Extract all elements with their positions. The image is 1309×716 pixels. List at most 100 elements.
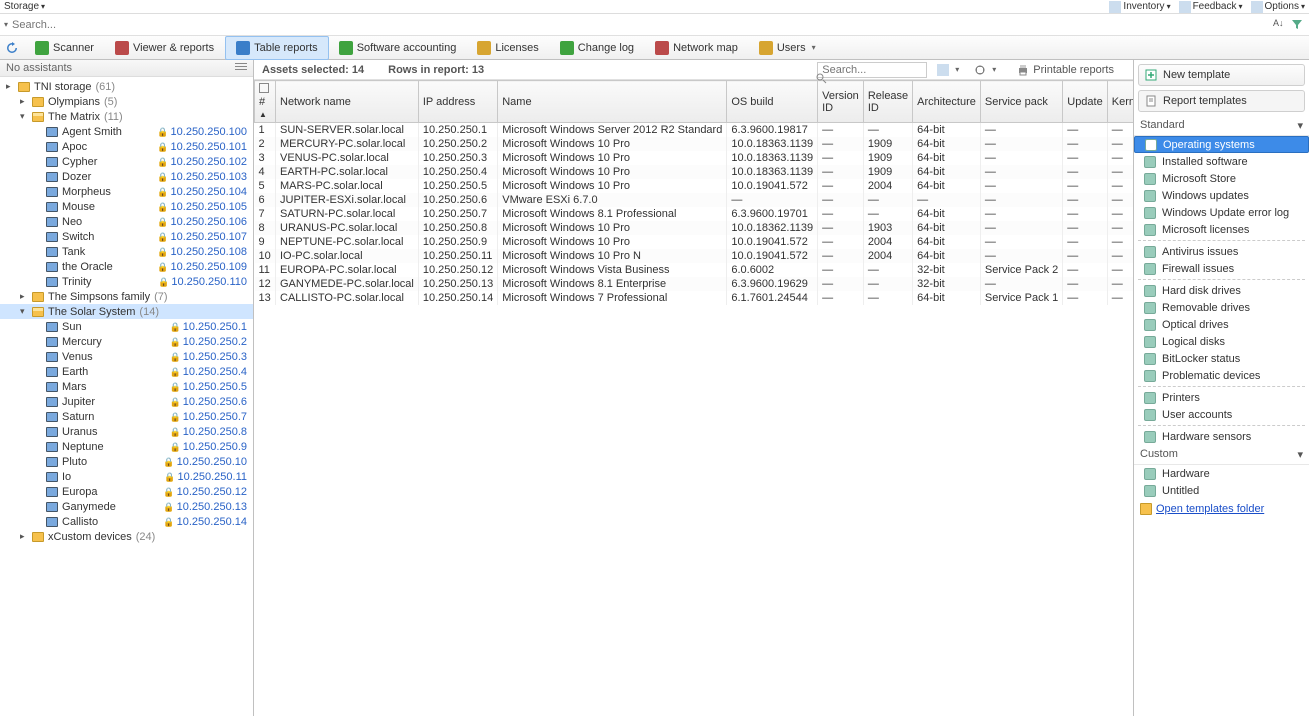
tree-asset[interactable]: Ganymede🔒10.250.250.13 (0, 499, 253, 514)
options-dropdown-1[interactable]: ▾ (933, 60, 964, 82)
sort-az-icon[interactable]: A↓ (1273, 18, 1287, 32)
printable-reports-button[interactable]: Printable reports (1007, 60, 1125, 82)
expand-icon[interactable]: ▾ (20, 111, 28, 122)
standard-template-item[interactable]: Hardware sensors (1134, 428, 1309, 445)
tree-asset[interactable]: Trinity🔒10.250.250.110 (0, 274, 253, 289)
tree-asset[interactable]: the Oracle🔒10.250.250.109 (0, 259, 253, 274)
tree-asset[interactable]: Venus🔒10.250.250.3 (0, 349, 253, 364)
open-templates-folder-link[interactable]: Open templates folder (1134, 499, 1309, 519)
menu-feedback[interactable]: Feedback ▾ (1179, 1, 1243, 13)
tree-asset[interactable]: Dozer🔒10.250.250.103 (0, 169, 253, 184)
table-row[interactable]: 1SUN-SERVER.solar.local10.250.250.1Micro… (255, 123, 1134, 138)
col-header[interactable]: Service pack (980, 81, 1062, 123)
custom-template-item[interactable]: Hardware (1134, 465, 1309, 482)
tree-folder[interactable]: ▸Olympians (5) (0, 94, 253, 109)
table-row[interactable]: 8URANUS-PC.solar.local10.250.250.8Micros… (255, 221, 1134, 235)
table-row[interactable]: 4EARTH-PC.solar.local10.250.250.4Microso… (255, 165, 1134, 179)
tree-asset[interactable]: Switch🔒10.250.250.107 (0, 229, 253, 244)
col-header[interactable]: Name (498, 81, 727, 123)
standard-template-item[interactable]: Firewall issues (1134, 260, 1309, 277)
expand-icon[interactable]: ▾ (20, 306, 28, 317)
tab-licenses[interactable]: Licenses (467, 36, 549, 60)
tree-asset[interactable]: Sun🔒10.250.250.1 (0, 319, 253, 334)
tree-asset[interactable]: Neptune🔒10.250.250.9 (0, 439, 253, 454)
table-row[interactable]: 10IO-PC.solar.local10.250.250.11Microsof… (255, 249, 1134, 263)
tree-asset[interactable]: Earth🔒10.250.250.4 (0, 364, 253, 379)
col-header[interactable]: Kernel (1107, 81, 1133, 123)
tree-asset[interactable]: Mars🔒10.250.250.5 (0, 379, 253, 394)
col-header[interactable]: Network name (276, 81, 419, 123)
table-row[interactable]: 5MARS-PC.solar.local10.250.250.5Microsof… (255, 179, 1134, 193)
standard-template-item[interactable]: User accounts (1134, 406, 1309, 423)
standard-template-item[interactable]: Windows Update error log (1134, 204, 1309, 221)
tree-asset[interactable]: Europa🔒10.250.250.12 (0, 484, 253, 499)
report-search-input[interactable] (817, 62, 927, 78)
filter-icon[interactable] (1291, 18, 1305, 32)
tree-folder[interactable]: ▾The Matrix (11) (0, 109, 253, 124)
standard-section[interactable]: Standard▾ (1134, 116, 1309, 136)
tree-asset[interactable]: Uranus🔒10.250.250.8 (0, 424, 253, 439)
tree-asset[interactable]: Mercury🔒10.250.250.2 (0, 334, 253, 349)
table-row[interactable]: 7SATURN-PC.solar.local10.250.250.7Micros… (255, 207, 1134, 221)
col-header[interactable]: IP address (418, 81, 497, 123)
tab-netmap[interactable]: Network map (645, 36, 749, 60)
tab-software[interactable]: Software accounting (329, 36, 468, 60)
col-header[interactable]: Update (1063, 81, 1107, 123)
tree-asset[interactable]: Mouse🔒10.250.250.105 (0, 199, 253, 214)
refresh-button[interactable] (0, 36, 25, 60)
table-row[interactable]: 12GANYMEDE-PC.solar.local10.250.250.13Mi… (255, 277, 1134, 291)
tab-table[interactable]: Table reports (225, 36, 329, 60)
custom-template-item[interactable]: Untitled (1134, 482, 1309, 499)
sidebar-menu-icon[interactable] (235, 62, 247, 72)
tree-asset[interactable]: Morpheus🔒10.250.250.104 (0, 184, 253, 199)
table-row[interactable]: 13CALLISTO-PC.solar.local10.250.250.14Mi… (255, 291, 1134, 305)
standard-template-item[interactable]: Problematic devices (1134, 367, 1309, 384)
standard-template-item[interactable]: BitLocker status (1134, 350, 1309, 367)
tree-asset[interactable]: Io🔒10.250.250.11 (0, 469, 253, 484)
tab-scanner[interactable]: Scanner (25, 36, 105, 60)
menu-inventory[interactable]: Inventory ▾ (1109, 1, 1170, 13)
standard-template-item[interactable]: Hard disk drives (1134, 282, 1309, 299)
tree-asset[interactable]: Jupiter🔒10.250.250.6 (0, 394, 253, 409)
menu-options[interactable]: Options ▾ (1251, 1, 1305, 13)
menu-storage[interactable]: Storage ▾ (4, 1, 45, 12)
col-header[interactable]: # ▲ (255, 81, 276, 123)
tree-asset[interactable]: Neo🔒10.250.250.106 (0, 214, 253, 229)
col-header[interactable]: OS build (727, 81, 818, 123)
col-header[interactable]: Release ID (863, 81, 912, 123)
standard-template-item[interactable]: Optical drives (1134, 316, 1309, 333)
table-row[interactable]: 11EUROPA-PC.solar.local10.250.250.12Micr… (255, 263, 1134, 277)
tab-changelog[interactable]: Change log (550, 36, 645, 60)
tree-folder[interactable]: ▸TNI storage (61) (0, 79, 253, 94)
table-row[interactable]: 2MERCURY-PC.solar.local10.250.250.2Micro… (255, 137, 1134, 151)
standard-template-item[interactable]: Printers (1134, 389, 1309, 406)
table-row[interactable]: 9NEPTUNE-PC.solar.local10.250.250.9Micro… (255, 235, 1134, 249)
standard-template-item[interactable]: Antivirus issues (1134, 243, 1309, 260)
standard-template-item[interactable]: Logical disks (1134, 333, 1309, 350)
tab-users[interactable]: Users▾ (749, 36, 827, 60)
standard-template-item[interactable]: Removable drives (1134, 299, 1309, 316)
tree-folder[interactable]: ▸The Simpsons family (7) (0, 289, 253, 304)
expand-icon[interactable]: ▸ (20, 96, 28, 107)
standard-template-item[interactable]: Windows updates (1134, 187, 1309, 204)
new-template-button[interactable]: New template (1138, 64, 1305, 86)
options-dropdown-2[interactable]: ▾ (970, 60, 1001, 82)
report-table-wrap[interactable]: # ▲Network nameIP addressNameOS buildVer… (254, 80, 1133, 716)
tree-folder[interactable]: ▸xCustom devices (24) (0, 529, 253, 544)
tree-asset[interactable]: Cypher🔒10.250.250.102 (0, 154, 253, 169)
custom-section[interactable]: Custom▾ (1134, 445, 1309, 465)
tree-asset[interactable]: Agent Smith🔒10.250.250.100 (0, 124, 253, 139)
sidebar-search-input[interactable] (12, 19, 212, 31)
tree-asset[interactable]: Callisto🔒10.250.250.14 (0, 514, 253, 529)
expand-icon[interactable]: ▸ (20, 531, 28, 542)
tree-asset[interactable]: Saturn🔒10.250.250.7 (0, 409, 253, 424)
tree-folder[interactable]: ▾The Solar System (14) (0, 304, 253, 319)
col-header[interactable]: Version ID (818, 81, 864, 123)
expand-icon[interactable]: ▸ (6, 81, 14, 92)
tab-viewer[interactable]: Viewer & reports (105, 36, 225, 60)
standard-template-item[interactable]: Microsoft Store (1134, 170, 1309, 187)
search-scope-dropdown[interactable]: ▾ (4, 20, 8, 29)
expand-icon[interactable]: ▸ (20, 291, 28, 302)
group-icon[interactable] (259, 83, 269, 93)
table-row[interactable]: 3VENUS-PC.solar.local10.250.250.3Microso… (255, 151, 1134, 165)
